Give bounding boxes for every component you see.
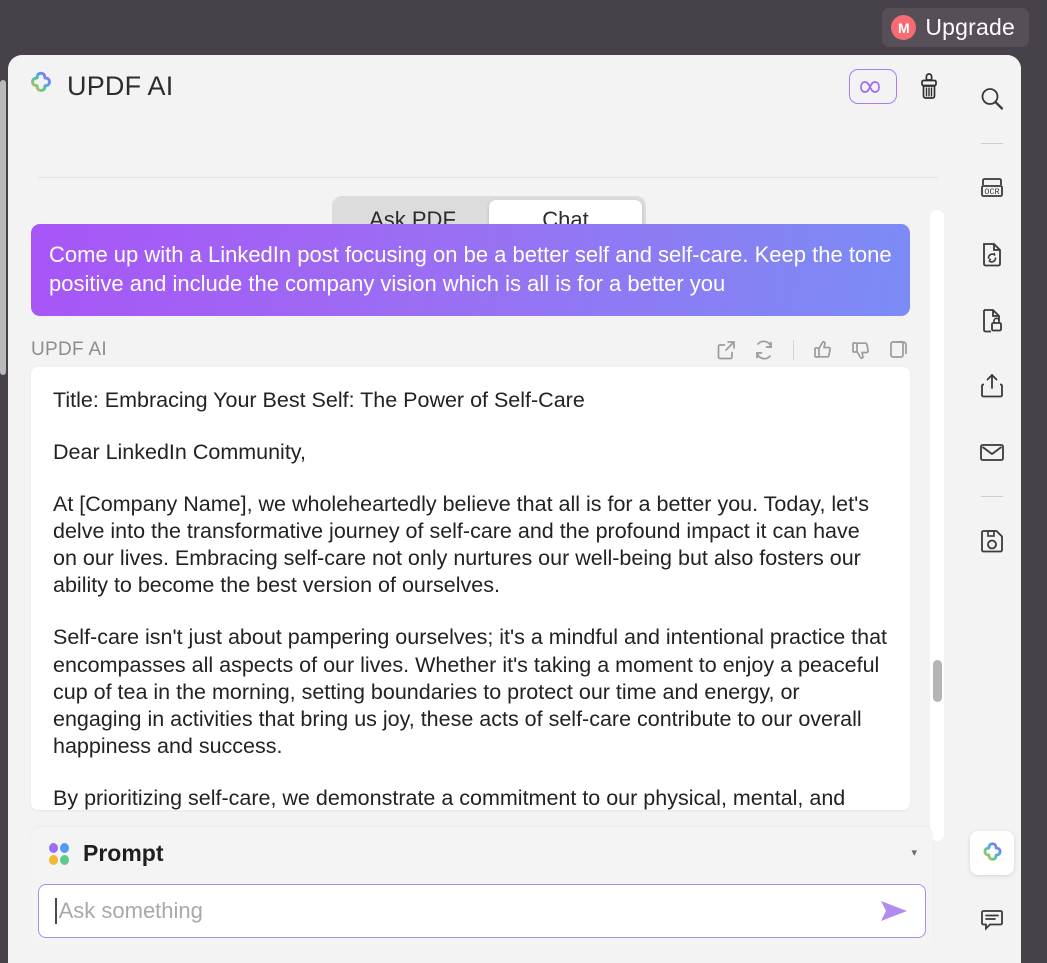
brand: UPDF AI: [26, 69, 173, 104]
protect-document-icon[interactable]: [970, 298, 1014, 342]
chat-scrollbar[interactable]: [930, 210, 944, 841]
assistant-header-row: UPDF AI: [31, 330, 910, 370]
page-title: UPDF AI: [67, 71, 173, 102]
assistant-answer-card: Title: Embracing Your Best Self: The Pow…: [31, 367, 910, 810]
action-separator: [793, 340, 794, 360]
membership-badge-icon: M: [891, 15, 916, 40]
search-icon[interactable]: [970, 77, 1014, 121]
save-icon[interactable]: [970, 519, 1014, 563]
prompt-dots-icon: [49, 843, 71, 865]
right-toolbar: OCR: [963, 55, 1021, 963]
ocr-icon[interactable]: OCR: [970, 166, 1014, 210]
answer-paragraph: Dear LinkedIn Community,: [53, 439, 888, 466]
chat-scrollbar-thumb[interactable]: [933, 660, 942, 702]
upgrade-button-label: Upgrade: [925, 14, 1015, 41]
toolbar-divider: [981, 496, 1003, 497]
ask-input-container[interactable]: [38, 884, 926, 938]
copy-icon[interactable]: [888, 339, 910, 361]
updf-ai-icon[interactable]: [970, 831, 1014, 875]
prompt-panel: Prompt ▾: [31, 827, 933, 945]
comment-icon[interactable]: [970, 897, 1014, 941]
toolbar-divider: [981, 143, 1003, 144]
search-input[interactable]: [59, 898, 867, 924]
header-actions: [849, 69, 941, 104]
prompt-label: Prompt: [83, 840, 164, 867]
open-external-icon[interactable]: [715, 339, 737, 361]
thumbs-up-icon[interactable]: [812, 339, 834, 361]
thumbs-down-icon[interactable]: [850, 339, 872, 361]
panel-header: UPDF AI: [8, 55, 963, 118]
share-export-icon[interactable]: [970, 364, 1014, 408]
prompt-selector[interactable]: Prompt ▾: [31, 827, 933, 880]
assistant-action-bar: [715, 339, 910, 361]
answer-paragraph: Self-care isn't just about pampering our…: [53, 624, 888, 759]
upgrade-button[interactable]: M Upgrade: [882, 8, 1029, 47]
assistant-name-label: UPDF AI: [31, 339, 107, 361]
regenerate-icon[interactable]: [753, 339, 775, 361]
email-icon[interactable]: [970, 430, 1014, 474]
panel-resize-handle[interactable]: [0, 80, 6, 375]
infinity-icon[interactable]: [849, 69, 897, 104]
send-arrow-icon[interactable]: [867, 898, 911, 924]
convert-document-icon[interactable]: [970, 232, 1014, 276]
svg-text:OCR: OCR: [984, 187, 999, 197]
updf-clover-logo-icon: [26, 69, 56, 104]
answer-paragraph: Title: Embracing Your Best Self: The Pow…: [53, 387, 888, 414]
text-caret: [55, 898, 57, 924]
user-message-bubble: Come up with a LinkedIn post focusing on…: [31, 224, 910, 316]
answer-paragraph: At [Company Name], we wholeheartedly bel…: [53, 491, 888, 599]
header-divider: [38, 177, 938, 178]
chevron-down-icon[interactable]: ▾: [911, 848, 917, 859]
answer-paragraph: By prioritizing self-care, we demonstrat…: [53, 785, 888, 810]
window-titlebar: M Upgrade: [0, 0, 1047, 55]
brush-icon[interactable]: [917, 72, 941, 102]
chat-column: UPDF AI Ask PDF Chat Come up with a Link: [8, 55, 963, 963]
